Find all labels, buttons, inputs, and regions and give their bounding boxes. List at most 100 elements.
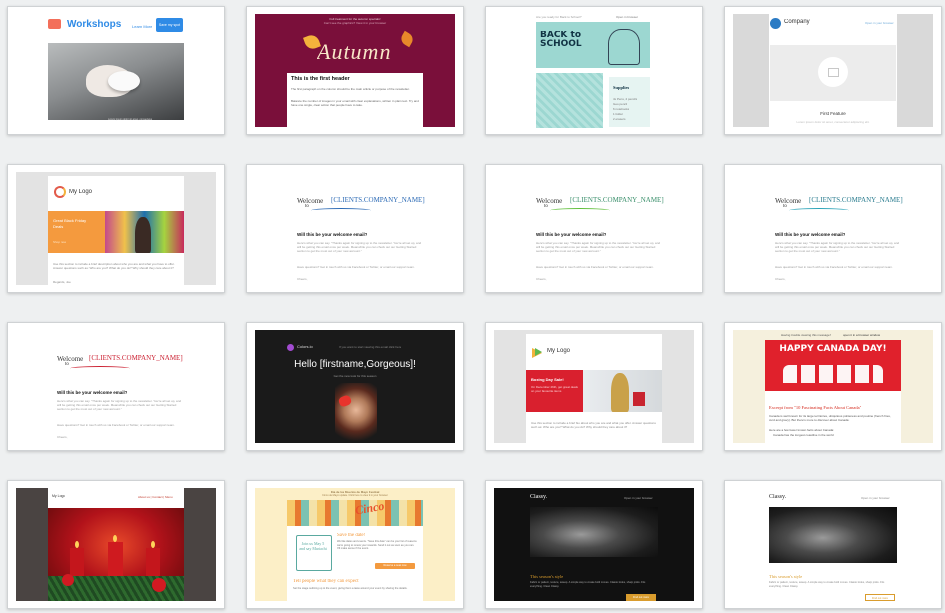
workshops-logo-icon	[48, 19, 61, 29]
classy2-brand: Classy.	[769, 494, 787, 500]
template-card-workshops[interactable]: Workshops Learn More Save my spot Lorem …	[7, 6, 225, 135]
mylogo1-promo-subtext: Shop now	[53, 240, 67, 244]
school-top-right-link[interactable]: Open in browser	[616, 15, 638, 19]
ornament-icon	[152, 578, 166, 592]
company-browser-link[interactable]: Open in your browser	[865, 21, 894, 25]
colors-tagline[interactable]: If you want to start viewing this email …	[339, 345, 401, 349]
welcome-signoff: Cheers,	[57, 435, 68, 439]
welcome-word: Welcome	[775, 197, 802, 205]
flame-icon	[113, 535, 117, 542]
welcome-company-name: [CLIENTS.COMPANY_NAME]	[809, 196, 903, 204]
classy2-browser-link[interactable]: Open in your browser	[861, 496, 890, 500]
cinco-cta-button[interactable]: Reserve a seat now	[375, 563, 415, 569]
mouse-shape	[108, 71, 140, 91]
welcome-paragraph-2: Have questions? Get in touch with us via…	[775, 265, 893, 269]
company-side-left	[733, 14, 769, 127]
workshops-nav-link[interactable]: Learn More	[132, 24, 152, 29]
classy2-title: This season's style	[769, 574, 803, 579]
canada-top-link[interactable]: open it in a browser window	[843, 333, 880, 337]
flame-icon	[75, 541, 79, 548]
template-card-welcome-red[interactable]: Welcome to [CLIENTS.COMPANY_NAME] Will t…	[7, 322, 225, 451]
my-logo-icon	[54, 186, 66, 198]
welcome-signoff: Cheers,	[297, 277, 308, 281]
image-icon	[828, 68, 839, 77]
colors-logo-icon	[287, 344, 294, 351]
colors-greeting: Hello [firstname,Gorgeous]!	[294, 359, 416, 370]
school-pattern-image	[536, 73, 603, 128]
animals-silhouette-icon	[783, 365, 883, 383]
welcome-paragraph: Here's what you can say. "Thanks again f…	[775, 241, 900, 253]
canada-bullet: Canada has the longest coastline in the …	[773, 433, 834, 437]
welcome-swoosh	[70, 366, 130, 371]
workshops-hero-image	[48, 43, 184, 120]
cinco-top-line-2[interactable]: Cinco de Mayo update. Click here to view…	[255, 494, 455, 498]
template-card-welcome-blue[interactable]: Welcome to [CLIENTS.COMPANY_NAME] Will t…	[246, 164, 464, 293]
template-card-company[interactable]: Company Open in your browser First Featu…	[724, 6, 942, 135]
template-card-my-logo-black-friday[interactable]: My Logo Great Black Friday Deals Shop no…	[7, 164, 225, 293]
school-banner-title: BACK to SCHOOL	[540, 31, 582, 49]
company-feature-subtitle: Lorem ipsum dolor sit amet, consectetur …	[796, 120, 870, 124]
cinco-save-date: Save the date!	[337, 533, 366, 538]
workshops-caption: Lorem ipsum dolor sit amet, consectetur	[108, 118, 153, 121]
classy2-cta-button[interactable]: Find out more	[865, 594, 895, 601]
canada-line: Here are a few fewer known facts about C…	[769, 428, 835, 432]
welcome-to: to	[544, 204, 548, 209]
cinco-section-body: Set the stage outlining up to the event,…	[293, 587, 408, 590]
workshops-cta-button[interactable]: Save my spot	[156, 18, 183, 32]
christmas-nav-links[interactable]: About us | Contact | Menu	[138, 495, 173, 499]
template-card-my-logo-boxing-day[interactable]: My Logo Boxing Day Sale! On December 26t…	[485, 322, 703, 451]
autumn-top-line-2: Can't see the graphics? View it in your …	[323, 21, 387, 25]
template-card-back-to-school[interactable]: Are you ready for Back to School? Open i…	[485, 6, 703, 135]
welcome-company-name: [CLIENTS.COMPANY_NAME]	[570, 196, 664, 204]
welcome-question: Will this be your welcome email?	[536, 232, 607, 237]
template-card-autumn[interactable]: Full treatment for the autumn specials! …	[246, 6, 464, 135]
welcome-to: to	[305, 204, 309, 209]
welcome-question: Will this be your welcome email?	[297, 232, 368, 237]
welcome-to: to	[65, 362, 69, 367]
classy1-browser-link[interactable]: Open in your browser	[624, 496, 653, 500]
template-card-canada-day[interactable]: Having trouble viewing this message? ope…	[724, 322, 942, 451]
workshops-title: Workshops	[67, 19, 122, 30]
template-card-colors-io[interactable]: Colors.io If you want to start viewing t…	[246, 322, 464, 451]
school-supply-item: 1 folder	[613, 112, 624, 116]
welcome-company-name: [CLIENTS.COMPANY_NAME]	[89, 354, 183, 362]
candle-icon	[70, 548, 84, 578]
welcome-to: to	[783, 204, 787, 209]
canada-banner-title: HAPPY CANADA DAY!	[779, 344, 887, 354]
welcome-paragraph: Here's what you can say. "Thanks again f…	[57, 399, 182, 411]
mylogo2-body-text: Use this section to include a brief bio …	[531, 421, 656, 429]
school-supply-item: Geo pencil	[613, 102, 628, 106]
classy2-body: Fabric or pattern, texture, sweep. A sim…	[769, 581, 885, 588]
colors-brand: Colors.io	[297, 344, 313, 349]
classy1-body: Fabric or pattern, texture, sweep. A sim…	[530, 581, 646, 588]
template-card-christmas[interactable]: My Logo About us | Contact | Menu	[7, 480, 225, 609]
christmas-candles-image	[48, 508, 184, 601]
classy1-cta-button[interactable]: Find out more	[626, 594, 656, 601]
canada-top-line: Having trouble viewing this message?	[781, 333, 832, 337]
welcome-paragraph-2: Have questions? Get in touch with us via…	[57, 423, 175, 427]
welcome-signoff: Cheers,	[775, 277, 786, 281]
canada-excerpt-title: Excerpt from "10 Fascinating Facts About…	[769, 405, 862, 410]
christmas-logo: My Logo	[52, 494, 66, 498]
template-card-welcome-teal[interactable]: Welcome to [CLIENTS.COMPANY_NAME] Will t…	[724, 164, 942, 293]
template-card-welcome-green[interactable]: Welcome to [CLIENTS.COMPANY_NAME] Will t…	[485, 164, 703, 293]
ornament-icon	[62, 574, 74, 586]
school-supply-item: 6 notebooks	[613, 107, 630, 111]
template-card-cinco-de-mayo[interactable]: Dia de los Muertos de Mayo Festival Cinc…	[246, 480, 464, 609]
school-supply-item: 4x Pens, 2 pencils	[613, 97, 638, 101]
autumn-header: This is the first header	[291, 76, 350, 82]
classy1-title: This season's style	[530, 574, 564, 579]
company-feature-title: First Feature	[820, 111, 846, 116]
company-side-right	[897, 14, 933, 127]
welcome-paragraph-2: Have questions? Get in touch with us via…	[536, 265, 654, 269]
welcome-paragraph: Here's what you can say. "Thanks again f…	[536, 241, 661, 253]
welcome-signoff: Cheers,	[536, 277, 547, 281]
autumn-banner-title: Autumn	[317, 39, 392, 64]
colors-subtitle: Get the new look for this season	[333, 374, 377, 378]
school-box-title: Supplies	[613, 85, 630, 90]
autumn-paragraph-2: Balance the number of images in your ema…	[291, 99, 419, 107]
mylogo2-promo-subtext: On December 26th, get great deals on you…	[531, 385, 578, 393]
template-card-classy-light[interactable]: Classy. Open in your browser This season…	[724, 480, 942, 609]
mylogo1-shopping-image	[105, 211, 184, 253]
template-card-classy-dark[interactable]: Classy. Open in your browser This season…	[485, 480, 703, 609]
